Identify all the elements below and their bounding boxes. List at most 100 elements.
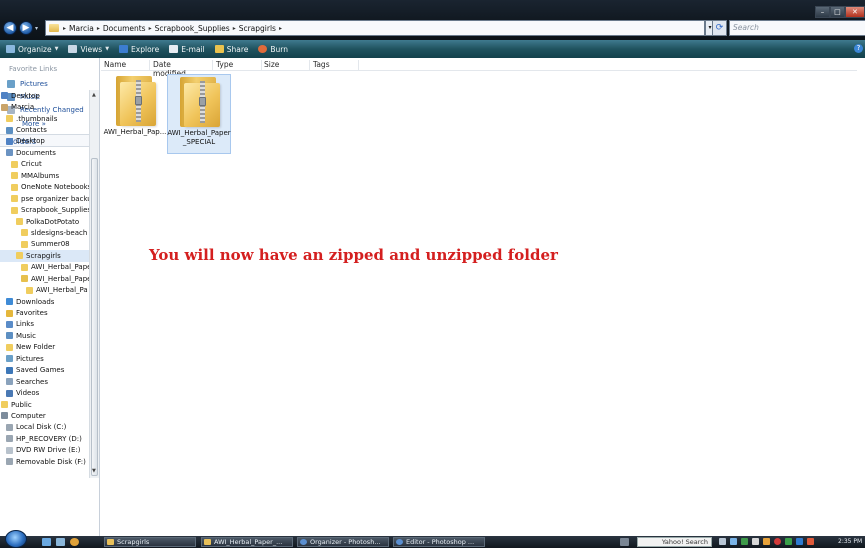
start-button[interactable] (5, 530, 27, 548)
tree-item[interactable]: Scrapbook_Supplies (0, 204, 89, 215)
burn-button[interactable]: Burn (258, 45, 288, 54)
recent-pages-dropdown[interactable]: ▾ (35, 25, 38, 32)
tree-item[interactable]: Public (0, 399, 89, 410)
scrollbar-thumb[interactable] (91, 158, 98, 476)
address-bar: – □ ✕ ◀ ▶ ▾ ▸ Marcia ▸ Documents ▸ Scrap… (0, 0, 865, 40)
tree-item[interactable]: pse organizer backup (0, 193, 89, 204)
tree-item[interactable]: Videos (0, 387, 89, 398)
show-desktop-icon[interactable] (42, 538, 51, 546)
chevron-right-icon[interactable]: ▸ (233, 25, 236, 32)
tree-item[interactable]: Contacts (0, 124, 89, 135)
tree-item[interactable]: OneNote Notebooks (0, 182, 89, 193)
chevron-right-icon[interactable]: ▸ (149, 25, 152, 32)
back-button[interactable]: ◀ (3, 21, 17, 35)
tree-item[interactable]: HP_RECOVERY (D:) (0, 433, 89, 444)
alert-icon[interactable] (807, 538, 814, 545)
tree-item-label: Computer (11, 411, 46, 420)
explore-button[interactable]: Explore (119, 45, 159, 54)
minimize-button[interactable]: – (815, 6, 830, 18)
tree-item[interactable]: Summer08 (0, 239, 89, 250)
tree-scrollbar[interactable]: ▲ ▼ (89, 90, 99, 478)
volume-icon[interactable] (752, 538, 759, 545)
forward-button[interactable]: ▶ (19, 21, 33, 35)
chevron-right-icon[interactable]: ▸ (63, 25, 66, 32)
switch-windows-icon[interactable] (56, 538, 65, 546)
updates-icon[interactable] (763, 538, 770, 545)
tree-item[interactable]: Downloads (0, 296, 89, 307)
chevron-left-icon[interactable] (730, 538, 737, 545)
file-item[interactable]: AWI_Herbal_Pap... (103, 74, 167, 154)
column-header-date-modified[interactable]: Date modified (153, 60, 213, 78)
scroll-up-icon[interactable]: ▲ (92, 92, 96, 98)
tree-item[interactable]: Favorites (0, 307, 89, 318)
content-scrollbar[interactable] (857, 58, 865, 536)
breadcrumb-item[interactable]: Documents (103, 24, 146, 33)
maximize-button[interactable]: □ (829, 6, 845, 18)
device-icon[interactable] (785, 538, 792, 545)
favorite-links-header: Favorite Links (9, 65, 58, 73)
tree-item[interactable]: Desktop (0, 90, 89, 101)
tree-item[interactable]: Marcia (0, 101, 89, 112)
breadcrumb[interactable]: ▸ Marcia ▸ Documents ▸ Scrapbook_Supplie… (45, 20, 705, 36)
column-header-type[interactable]: Type (216, 60, 262, 71)
tree-item[interactable]: AWI_Herbal_Paper (0, 273, 89, 284)
network-icon[interactable] (741, 538, 748, 545)
breadcrumb-item[interactable]: Scrapbook_Supplies (155, 24, 230, 33)
tree-item-label: Public (11, 400, 32, 409)
tree-item-selected[interactable]: Scrapgirls (0, 250, 89, 262)
tree-item[interactable]: Pictures (0, 353, 89, 364)
chevron-right-icon[interactable]: ▸ (279, 25, 282, 32)
help-icon[interactable]: ? (854, 44, 863, 53)
taskbar-button-awi[interactable]: AWI_Herbal_Paper_... (201, 537, 293, 547)
tree-item[interactable]: Saved Games (0, 365, 89, 376)
taskbar-button-organizer[interactable]: Organizer - Photosh... (297, 537, 389, 547)
tree-item[interactable]: Searches (0, 376, 89, 387)
tree-item[interactable]: AWI_Herbal_Pa (0, 284, 89, 295)
yahoo-search-input[interactable]: Yahoo! Search (637, 537, 712, 547)
favorite-pictures[interactable]: Pictures (7, 80, 48, 88)
tree-item[interactable]: AWI_Herbal_Paper (0, 262, 89, 273)
tree-item[interactable]: .thumbnails (0, 113, 89, 124)
tree-item[interactable]: Local Disk (C:) (0, 422, 89, 433)
breadcrumb-item[interactable]: Scrapgirls (239, 24, 276, 33)
search-input[interactable]: Search (729, 20, 865, 36)
column-header-name[interactable]: Name (104, 60, 150, 71)
tree-item[interactable]: Removable Disk (F:) (0, 456, 89, 467)
file-name: AWI_Herbal_Pap... (103, 128, 167, 136)
tree-item[interactable]: Links (0, 319, 89, 330)
taskbar-button-editor[interactable]: Editor - Photoshop ... (393, 537, 485, 547)
hp-icon[interactable] (620, 538, 629, 546)
firefox-icon[interactable] (70, 538, 79, 546)
chevron-right-icon[interactable]: ▸ (97, 25, 100, 32)
folder-icon (6, 343, 13, 351)
refresh-button[interactable]: ⟳ (712, 20, 727, 36)
breadcrumb-item[interactable]: Marcia (69, 24, 94, 33)
pictures-icon (6, 355, 13, 363)
favorite-label: Pictures (20, 80, 48, 88)
tree-item[interactable]: DVD RW Drive (E:) (0, 445, 89, 456)
tree-item[interactable]: New Folder (0, 342, 89, 353)
tree-item[interactable]: Desktop (0, 136, 89, 147)
scroll-down-icon[interactable]: ▼ (92, 468, 96, 474)
organize-button[interactable]: Organize ▼ (6, 45, 58, 54)
search-icon[interactable] (719, 538, 726, 545)
tree-item[interactable]: Music (0, 330, 89, 341)
clock[interactable]: 2:35 PM (838, 538, 862, 545)
taskbar-button-scrapgirls[interactable]: Scrapgirls (104, 537, 196, 547)
email-button[interactable]: E-mail (169, 45, 205, 54)
tree-item[interactable]: MMAlbums (0, 170, 89, 181)
column-header-tags[interactable]: Tags (313, 60, 359, 71)
folder-icon (6, 115, 13, 123)
tree-item[interactable]: PolkaDotPotato (0, 216, 89, 227)
tree-item[interactable]: Computer (0, 410, 89, 421)
column-header-size[interactable]: Size (264, 60, 310, 71)
share-button[interactable]: Share (214, 45, 248, 54)
tree-item[interactable]: Documents (0, 147, 89, 158)
antivirus-icon[interactable] (774, 538, 781, 545)
tree-item[interactable]: sldesigns-beach (0, 227, 89, 238)
file-item-selected[interactable]: AWI_Herbal_Paper _SPECIAL (167, 74, 231, 154)
bluetooth-icon[interactable] (796, 538, 803, 545)
close-button[interactable]: ✕ (844, 6, 865, 18)
tree-item[interactable]: Cricut (0, 159, 89, 170)
views-button[interactable]: Views ▼ (68, 45, 109, 54)
